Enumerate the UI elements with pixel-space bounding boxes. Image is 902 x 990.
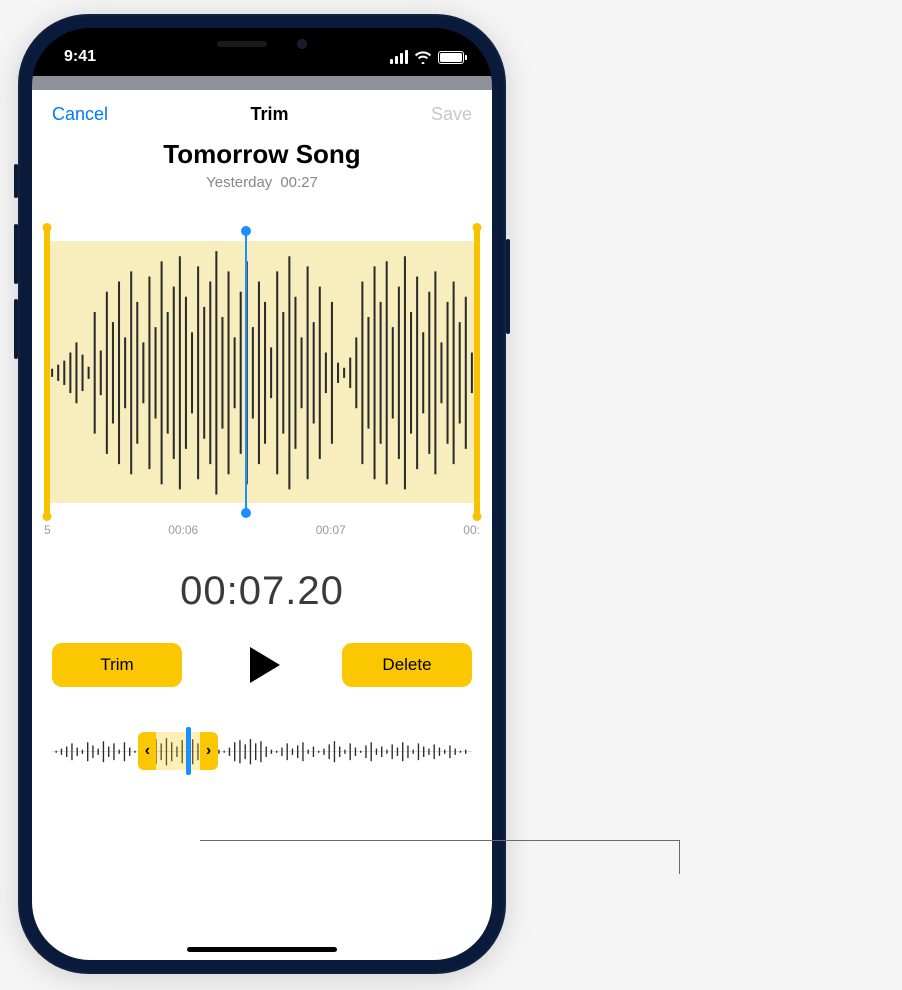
nav-bar: Cancel Trim Save xyxy=(32,90,492,133)
volume-down-button xyxy=(14,299,18,359)
wifi-icon xyxy=(414,50,432,64)
waveform-large xyxy=(44,241,480,505)
side-button xyxy=(506,239,510,334)
chevron-left-icon: ‹ xyxy=(145,742,150,760)
cancel-button[interactable]: Cancel xyxy=(52,104,108,125)
timeline-ruler: 5 00:06 00:07 00: xyxy=(44,523,480,537)
notch xyxy=(162,28,362,60)
mute-switch xyxy=(14,164,18,198)
recording-date: Yesterday xyxy=(206,174,272,191)
play-icon xyxy=(250,647,280,683)
overview-handle-start[interactable]: ‹ xyxy=(138,732,156,770)
recording-title: Tomorrow Song xyxy=(32,139,492,170)
playhead[interactable] xyxy=(245,231,247,513)
save-button: Save xyxy=(431,104,472,125)
current-time: 00:07.20 xyxy=(32,569,492,614)
delete-button[interactable]: Delete xyxy=(342,643,472,687)
waveform-editor[interactable] xyxy=(44,227,480,517)
battery-icon xyxy=(438,51,464,64)
iphone-frame: 9:41 Cancel Trim Save Tomorrow Song Yest… xyxy=(18,14,506,974)
page-title: Trim xyxy=(250,104,288,125)
overview-selection[interactable]: ‹ › xyxy=(144,732,211,770)
overview-playhead[interactable] xyxy=(186,727,191,775)
chevron-right-icon: › xyxy=(206,742,211,760)
overview-handle-end[interactable]: › xyxy=(200,732,218,770)
trim-handle-end[interactable] xyxy=(474,227,480,517)
overview-track[interactable]: ‹ › xyxy=(52,730,472,772)
recording-subtitle: Yesterday 00:27 xyxy=(32,174,492,191)
tick-label: 00:07 xyxy=(316,523,346,537)
play-button[interactable] xyxy=(237,640,287,690)
volume-up-button xyxy=(14,224,18,284)
home-indicator[interactable] xyxy=(187,947,337,952)
status-time: 9:41 xyxy=(64,48,96,66)
sheet-background-strip xyxy=(32,76,492,90)
cellular-signal-icon xyxy=(390,50,408,64)
tick-label: 5 xyxy=(44,523,51,537)
trim-handle-start[interactable] xyxy=(44,227,50,517)
recording-duration: 00:27 xyxy=(280,174,318,191)
tick-label: 00: xyxy=(463,523,480,537)
trim-button[interactable]: Trim xyxy=(52,643,182,687)
tick-label: 00:06 xyxy=(168,523,198,537)
waveform-overview xyxy=(52,736,472,768)
controls-row: Trim Delete xyxy=(32,614,492,690)
